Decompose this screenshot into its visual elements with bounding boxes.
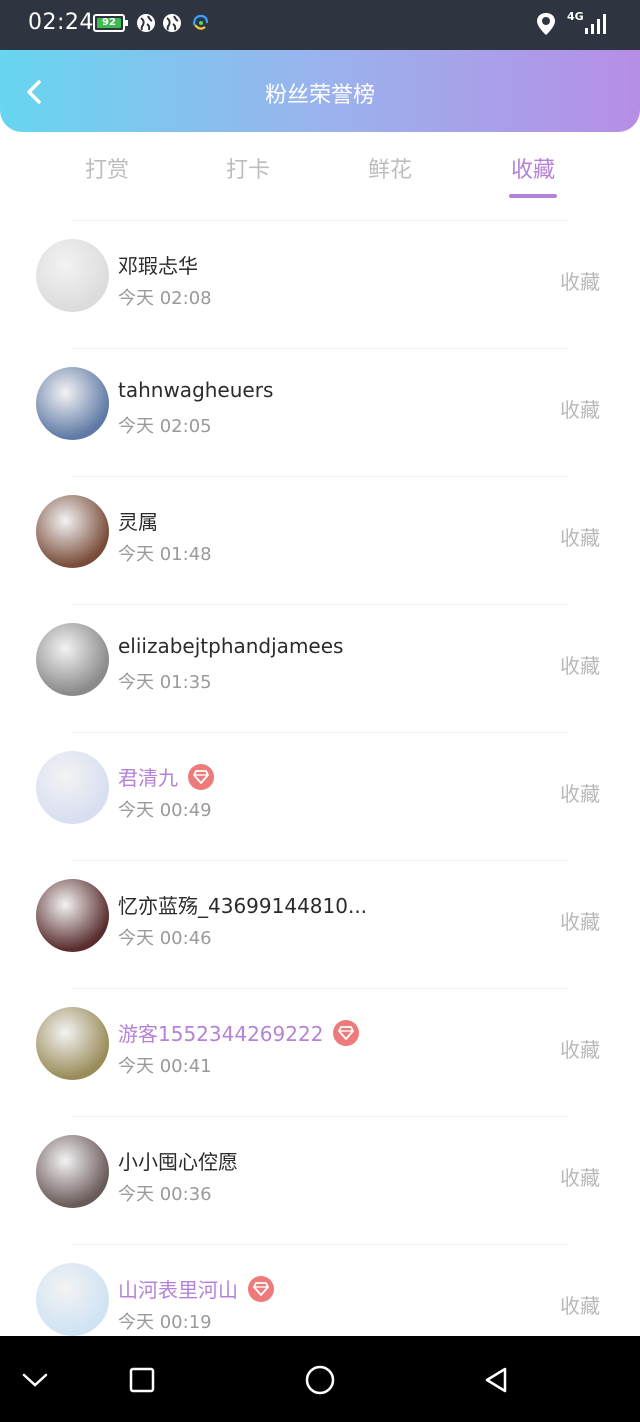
avatar[interactable] xyxy=(36,623,109,696)
battery-icon: 92 xyxy=(93,14,128,32)
user-name-row: 君清九 xyxy=(118,762,214,791)
headset-icon xyxy=(192,14,209,30)
row-divider xyxy=(72,220,568,221)
timestamp: 今天 00:41 xyxy=(118,1056,212,1077)
list-item[interactable]: 君清九今天 00:49 收藏 xyxy=(0,732,640,860)
list-item[interactable]: eliizabejtphandjamees 今天 01:35 收藏 xyxy=(0,604,640,732)
home-circle-icon xyxy=(305,1365,335,1395)
timestamp: 今天 00:49 xyxy=(118,800,212,821)
favorite-button[interactable]: 收藏 xyxy=(560,1034,600,1063)
timestamp: 今天 00:19 xyxy=(118,1312,212,1333)
timestamp: 今天 01:35 xyxy=(118,672,212,693)
timestamp: 今天 01:48 xyxy=(118,544,212,565)
status-time: 02:24 xyxy=(28,10,94,35)
list-item[interactable]: 小小囤心倥愿 今天 00:36 收藏 xyxy=(0,1116,640,1244)
nav-collapse-button[interactable] xyxy=(17,1362,53,1398)
tab-reward[interactable]: 打赏 xyxy=(57,152,157,184)
network-type: 4G xyxy=(567,10,584,23)
user-name-row: eliizabejtphandjamees xyxy=(118,634,343,658)
globe-icon xyxy=(163,14,181,32)
tab-checkin[interactable]: 打卡 xyxy=(198,152,298,184)
avatar[interactable] xyxy=(36,1007,109,1080)
user-name: tahnwagheuers xyxy=(118,378,274,402)
user-name: 君清九 xyxy=(118,766,178,790)
list-item[interactable]: 邓瑕忐华今天 02:08 收藏 xyxy=(0,220,640,348)
list-item[interactable]: tahnwagheuers 今天 02:05 收藏 xyxy=(0,348,640,476)
recents-square-icon xyxy=(129,1367,155,1393)
user-name: 游客1552344269222 xyxy=(118,1022,324,1046)
system-nav-bar xyxy=(0,1336,640,1422)
user-name: 小小囤心倥愿 xyxy=(118,1150,238,1174)
signal-icon xyxy=(585,14,606,34)
user-name: eliizabejtphandjamees xyxy=(118,634,344,658)
status-bar: 02:24 92 4G xyxy=(0,0,640,50)
fan-list: 邓瑕忐华 今天 02:08 收藏 tahnwagheuers 今天 02:05 收藏 灵属今… xyxy=(0,220,640,1372)
battery-level: 92 xyxy=(97,18,121,28)
user-name-row: 游客1552344269222 xyxy=(118,1018,360,1047)
timestamp: 今天 00:36 xyxy=(118,1184,212,1205)
active-tab-indicator xyxy=(509,194,557,198)
row-divider xyxy=(72,1116,568,1117)
row-divider xyxy=(72,860,568,861)
user-name: 山河表里河山 xyxy=(118,1278,238,1302)
list-item[interactable]: 灵属今天 01:48 收藏 xyxy=(0,476,640,604)
timestamp: 今天 02:08 xyxy=(118,288,212,309)
row-divider xyxy=(72,1244,568,1245)
timestamp: 今天 02:05 xyxy=(118,416,212,437)
user-name: 灵属 xyxy=(118,510,158,534)
favorite-button[interactable]: 收藏 xyxy=(560,1290,600,1319)
tab-bar: 打赏 打卡 鲜花 收藏 xyxy=(0,132,640,220)
favorite-button[interactable]: 收藏 xyxy=(560,394,600,423)
tab-favorites[interactable]: 收藏 xyxy=(483,152,583,184)
vip-diamond-icon xyxy=(188,763,214,790)
user-name-row: 忆亦蓝殇_43699144810... xyxy=(118,890,367,919)
avatar[interactable] xyxy=(36,1135,109,1208)
nav-home-button[interactable] xyxy=(302,1362,338,1398)
header: 粉丝荣誉榜 xyxy=(0,50,640,132)
avatar[interactable] xyxy=(36,239,109,312)
avatar[interactable] xyxy=(36,1263,109,1336)
user-name: 忆亦蓝殇_43699144810... xyxy=(118,894,368,918)
avatar[interactable] xyxy=(36,495,109,568)
user-name-row: 灵属 xyxy=(118,506,158,535)
favorite-button[interactable]: 收藏 xyxy=(560,1162,600,1191)
favorite-button[interactable]: 收藏 xyxy=(560,522,600,551)
chevron-down-icon xyxy=(22,1373,48,1387)
avatar[interactable] xyxy=(36,879,109,952)
vip-diamond-icon xyxy=(333,1019,360,1046)
favorite-button[interactable]: 收藏 xyxy=(560,906,600,935)
list-item[interactable]: 游客1552344269222 今天 00:41 收藏 xyxy=(0,988,640,1116)
location-pin-icon xyxy=(537,13,555,35)
row-divider xyxy=(72,604,568,605)
tab-flowers[interactable]: 鲜花 xyxy=(340,152,440,184)
page-title: 粉丝荣誉榜 xyxy=(264,83,375,108)
user-name-row: 山河表里河山 xyxy=(118,1274,274,1303)
favorite-button[interactable]: 收藏 xyxy=(560,778,600,807)
row-divider xyxy=(72,348,568,349)
row-divider xyxy=(72,732,568,733)
vip-diamond-icon xyxy=(248,1275,274,1302)
user-name: 邓瑕忐华 xyxy=(118,254,198,278)
favorite-button[interactable]: 收藏 xyxy=(560,650,600,679)
favorite-button[interactable]: 收藏 xyxy=(560,266,600,295)
timestamp: 今天 00:46 xyxy=(118,928,212,949)
avatar[interactable] xyxy=(36,367,109,440)
globe-icon xyxy=(137,14,155,32)
row-divider xyxy=(72,476,568,477)
list-item[interactable]: 忆亦蓝殇_43699144810... 今天 00:46 收藏 xyxy=(0,860,640,988)
row-divider xyxy=(72,988,568,989)
avatar[interactable] xyxy=(36,751,109,824)
user-name-row: 小小囤心倥愿 xyxy=(118,1146,238,1175)
back-triangle-icon xyxy=(485,1367,507,1393)
nav-back-button[interactable] xyxy=(478,1362,514,1398)
nav-recents-button[interactable] xyxy=(124,1362,160,1398)
user-name-row: 邓瑕忐华 xyxy=(118,250,198,279)
user-name-row: tahnwagheuers xyxy=(118,378,273,402)
